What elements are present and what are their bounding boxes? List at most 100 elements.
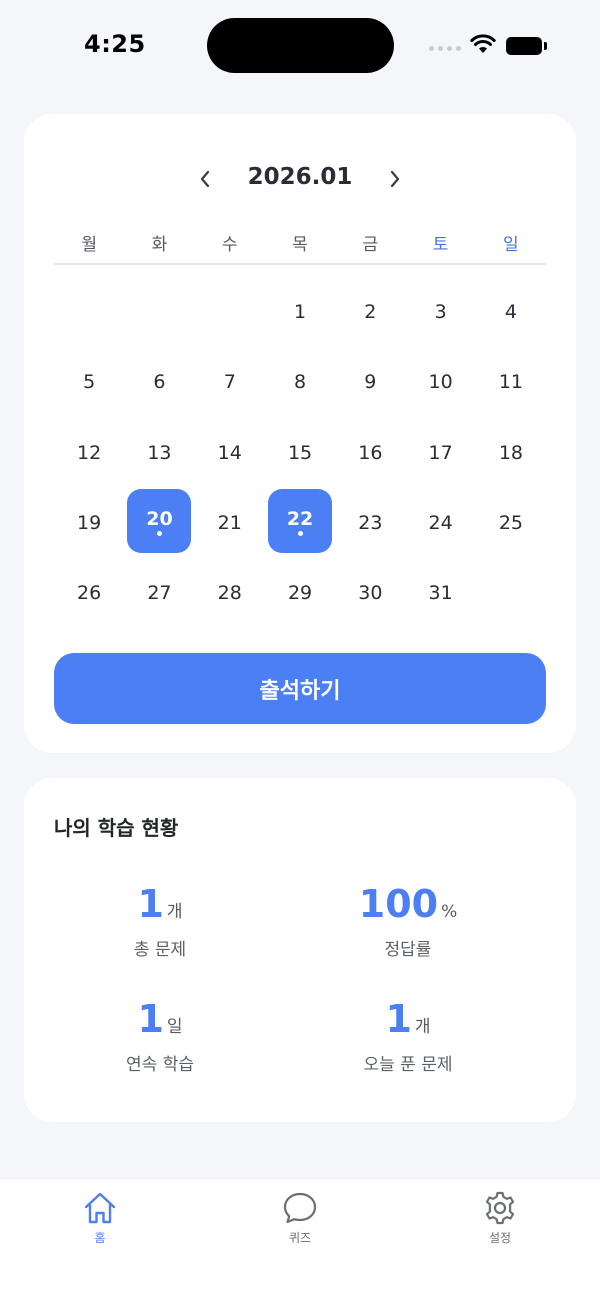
day-number: 30 — [358, 582, 383, 605]
day-number: 4 — [504, 301, 517, 324]
calendar-day[interactable]: 26 — [54, 558, 124, 628]
stat-today-solved: 1 개 오늘 푼 문제 — [288, 1000, 528, 1075]
day-number: 18 — [498, 441, 524, 464]
stat-value-row: 100 % — [288, 885, 528, 923]
dynamic-island — [207, 18, 394, 73]
calendar-day[interactable]: 17 — [405, 418, 475, 488]
stat-value-row: 1 개 — [40, 885, 280, 923]
calendar-day-attended[interactable]: 22 — [265, 488, 335, 558]
previous-month-button[interactable] — [194, 166, 216, 192]
weekday-label: 수 — [221, 235, 238, 255]
weekday-header-row: 월 화 수 목 금 토 일 — [54, 230, 546, 255]
calendar-day[interactable]: 14 — [195, 418, 265, 488]
calendar-day[interactable]: 27 — [124, 558, 194, 628]
calendar-day[interactable]: 23 — [335, 488, 405, 558]
calendar-day[interactable]: 25 — [476, 488, 546, 558]
stats-title: 나의 학습 현황 — [54, 816, 179, 840]
day-number: 12 — [77, 441, 102, 464]
day-number: 14 — [217, 441, 242, 464]
calendar-empty-cell — [195, 277, 265, 347]
weekday-label-saturday: 토 — [432, 235, 449, 255]
day-number: 9 — [364, 371, 377, 394]
day-number: 19 — [77, 512, 102, 535]
stat-streak: 1 일 연속 학습 — [40, 1000, 280, 1075]
day-number: 25 — [498, 512, 524, 535]
gear-icon — [485, 1191, 515, 1225]
day-number: 8 — [293, 371, 307, 394]
battery-icon — [506, 37, 542, 55]
calendar-day[interactable]: 21 — [195, 488, 265, 558]
day-number: 1 — [293, 301, 307, 324]
day-number: 3 — [434, 301, 447, 324]
calendar-empty-cell — [124, 277, 194, 347]
calendar-day[interactable]: 15 — [265, 418, 335, 488]
weekday-label: 목 — [292, 235, 308, 255]
calendar-day[interactable]: 7 — [195, 347, 265, 417]
chevron-right-icon — [390, 170, 400, 188]
day-number: 20 — [146, 508, 173, 531]
calendar-month-title: 2026.01 — [247, 164, 353, 190]
stat-value: 1 — [137, 882, 164, 926]
calendar-day[interactable]: 1 — [265, 277, 335, 347]
calendar-day[interactable]: 9 — [335, 347, 405, 417]
calendar-day[interactable]: 31 — [405, 558, 475, 628]
calendar-day[interactable]: 16 — [335, 418, 405, 488]
calendar-day[interactable]: 18 — [476, 418, 546, 488]
calendar-day[interactable]: 2 — [335, 277, 405, 347]
day-number: 29 — [287, 582, 313, 605]
stat-unit: 개 — [414, 1017, 431, 1037]
calendar-day[interactable]: 12 — [54, 418, 124, 488]
day-number: 10 — [428, 371, 453, 394]
day-number: 6 — [153, 371, 166, 394]
stat-value: 1 — [137, 997, 164, 1041]
cellular-signal-icon — [429, 46, 461, 51]
tab-settings[interactable]: 설정 — [460, 1191, 540, 1246]
status-bar: 4:25 — [0, 0, 600, 95]
next-month-button[interactable] — [384, 166, 406, 192]
stat-value-row: 1 개 — [288, 1000, 528, 1038]
tab-home[interactable]: 홈 — [60, 1191, 140, 1246]
calendar-day[interactable]: 13 — [124, 418, 194, 488]
day-number: 22 — [286, 508, 314, 531]
calendar-day[interactable]: 24 — [405, 488, 475, 558]
day-number: 27 — [147, 582, 172, 605]
day-number: 24 — [428, 512, 453, 535]
day-number: 31 — [428, 582, 453, 605]
day-number: 11 — [498, 371, 524, 394]
bottom-tab-bar: 홈 퀴즈 설정 — [0, 1178, 600, 1299]
calendar-day[interactable]: 5 — [54, 347, 124, 417]
calendar-day[interactable]: 8 — [265, 347, 335, 417]
calendar-day[interactable]: 19 — [54, 488, 124, 558]
day-number: 13 — [147, 441, 172, 464]
day-number: 28 — [217, 582, 242, 605]
weekday-label-sunday: 일 — [503, 235, 519, 255]
attend-button[interactable]: 출석하기 — [54, 653, 546, 724]
calendar-day-attended[interactable]: 20 — [124, 488, 194, 558]
attendance-calendar-card: 2026.01 월 화 수 목 금 토 일 1 2 3 4 5 6 7 8 9 10 11 12 13 1… — [24, 114, 576, 753]
battery-cap — [544, 42, 547, 50]
tab-label: 퀴즈 — [288, 1231, 312, 1245]
stat-value-row: 1 일 — [40, 1000, 280, 1038]
status-time: 4:25 — [84, 30, 146, 58]
calendar-day-grid: 1 2 3 4 5 6 7 8 9 10 11 12 13 14 15 16 17 18 19 20 21 22 23 24 2… — [54, 277, 546, 628]
day-number: 7 — [223, 371, 236, 394]
calendar-day[interactable]: 6 — [124, 347, 194, 417]
stat-total-problems: 1 개 총 문제 — [40, 885, 280, 960]
calendar-day[interactable]: 29 — [265, 558, 335, 628]
calendar-day[interactable]: 10 — [405, 347, 475, 417]
chat-bubble-icon — [283, 1192, 317, 1224]
calendar-day[interactable]: 28 — [195, 558, 265, 628]
tab-quiz[interactable]: 퀴즈 — [260, 1191, 340, 1246]
day-number: 17 — [428, 441, 453, 464]
day-number: 2 — [364, 301, 377, 324]
day-number: 23 — [358, 512, 383, 535]
tab-label: 홈 — [94, 1231, 106, 1245]
learning-stats-card: 나의 학습 현황 1 개 총 문제 100 % 정답률 1 일 연속 학습 1 … — [24, 778, 576, 1122]
stat-unit: 일 — [166, 1017, 183, 1037]
calendar-day[interactable]: 4 — [476, 277, 546, 347]
calendar-day[interactable]: 11 — [476, 347, 546, 417]
stat-value: 100 — [358, 882, 439, 926]
calendar-day[interactable]: 30 — [335, 558, 405, 628]
calendar-day[interactable]: 3 — [405, 277, 475, 347]
weekday-label: 금 — [362, 235, 379, 255]
